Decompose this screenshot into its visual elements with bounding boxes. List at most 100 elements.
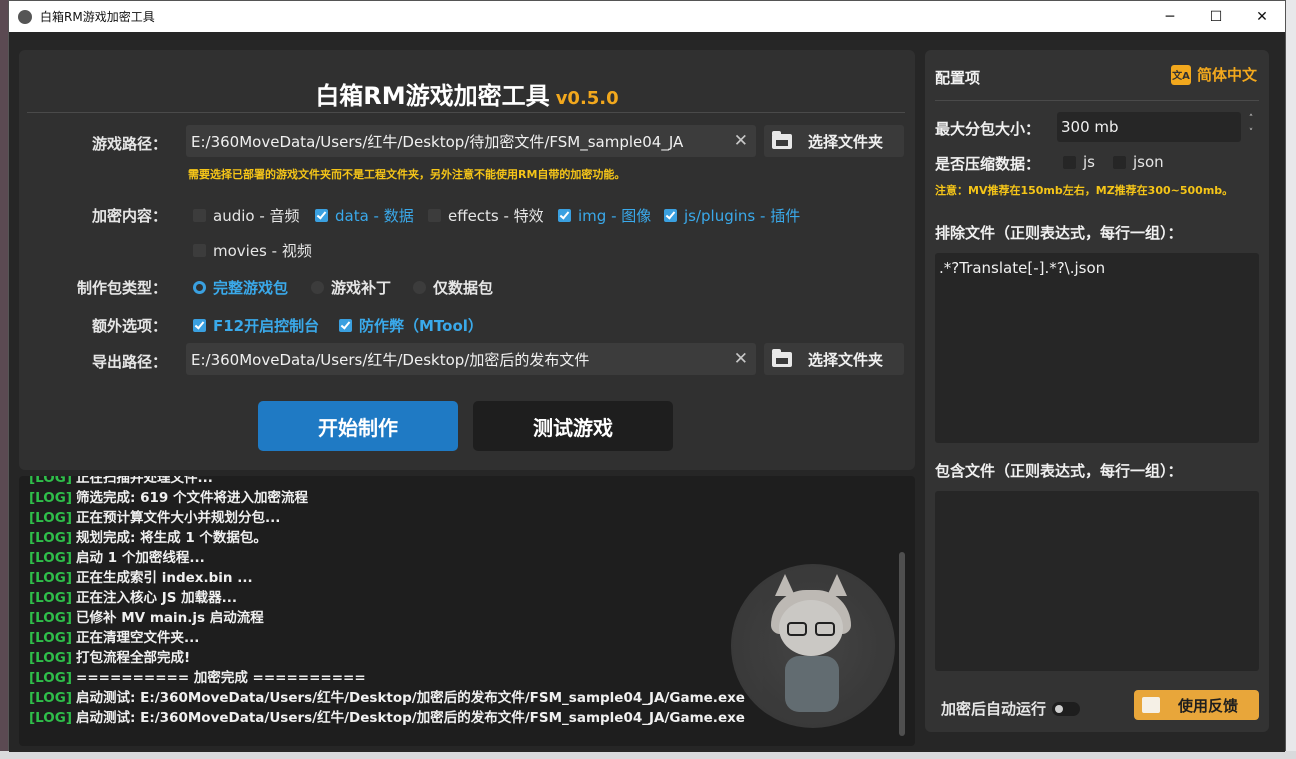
log-line: [LOG] 正在扫描并处理文件... bbox=[29, 476, 745, 488]
checkbox-label: js/plugins - 插件 bbox=[684, 207, 801, 225]
select-export-folder-button[interactable]: 选择文件夹 bbox=[764, 343, 904, 375]
desktop-background-left bbox=[0, 0, 8, 759]
version-label: v0.5.0 bbox=[555, 88, 619, 109]
game-path-input[interactable]: E:/360MoveData/Users/红牛/Desktop/待加密文件/FS… bbox=[186, 125, 756, 157]
auto-run-label: 加密后自动运行 bbox=[941, 700, 1047, 718]
exclude-textarea[interactable]: .*?Translate[-].*?\.json bbox=[935, 253, 1259, 443]
feedback-button[interactable]: 使用反馈 bbox=[1134, 690, 1259, 720]
log-line: [LOG] 已修补 MV main.js 启动流程 bbox=[29, 608, 745, 628]
checkbox-effects[interactable]: effects - 特效 bbox=[428, 205, 544, 226]
checkbox-audio[interactable]: audio - 音频 bbox=[193, 205, 300, 226]
checkbox-label: data - 数据 bbox=[335, 207, 414, 225]
include-label: 包含文件（正则表达式，每行一组）： bbox=[935, 462, 1183, 480]
log-tag: [LOG] bbox=[29, 590, 73, 606]
log-tag: [LOG] bbox=[29, 610, 73, 626]
checkbox-box bbox=[1113, 155, 1126, 169]
auto-run-option[interactable]: 加密后自动运行 bbox=[941, 698, 1081, 719]
checkbox-box bbox=[193, 244, 206, 257]
log-text: 启动 1 个加密线程... bbox=[76, 550, 205, 566]
log-text: 打包流程全部完成! bbox=[76, 650, 191, 666]
checkbox-label: js bbox=[1083, 153, 1095, 171]
radio-full-package[interactable]: 完整游戏包 bbox=[193, 277, 288, 298]
mascot-glasses bbox=[815, 622, 835, 636]
log-text: 正在清理空文件夹... bbox=[76, 630, 200, 646]
mascot-glasses bbox=[787, 622, 807, 636]
checkbox-label: 防作弊（MTool） bbox=[359, 317, 483, 335]
log-line: [LOG] 正在清理空文件夹... bbox=[29, 628, 745, 648]
window-controls: ─ ☐ ✕ bbox=[1147, 1, 1285, 32]
checkbox-box bbox=[193, 319, 206, 332]
log-text: 规划完成: 将生成 1 个数据包。 bbox=[76, 530, 267, 546]
max-size-input[interactable]: 300 mb bbox=[1057, 112, 1241, 142]
log-line: [LOG] 启动测试: E:/360MoveData/Users/红牛/Deskt… bbox=[29, 708, 745, 728]
checkbox-img[interactable]: img - 图像 bbox=[558, 205, 651, 226]
log-tag: [LOG] bbox=[29, 650, 73, 666]
page-title: 白箱RM游戏加密工具 v0.5.0 bbox=[19, 76, 915, 111]
checkbox-plugins[interactable]: js/plugins - 插件 bbox=[664, 205, 800, 226]
checkbox-box bbox=[193, 209, 206, 222]
log-line: [LOG] 规划完成: 将生成 1 个数据包。 bbox=[29, 528, 745, 548]
radio-label: 游戏补丁 bbox=[331, 279, 392, 297]
checkbox-f12-console[interactable]: F12开启控制台 bbox=[193, 315, 319, 336]
log-line: [LOG] 启动 1 个加密线程... bbox=[29, 548, 745, 568]
spin-up-icon[interactable]: ˄ bbox=[1245, 112, 1257, 126]
close-button[interactable]: ✕ bbox=[1239, 1, 1285, 32]
checkbox-box bbox=[428, 209, 441, 222]
radio-patch[interactable]: 游戏补丁 bbox=[311, 277, 391, 298]
checkbox-label: movies - 视频 bbox=[213, 242, 312, 260]
log-text: ========== 加密完成 ========== bbox=[76, 670, 366, 686]
log-scrollbar[interactable] bbox=[899, 552, 905, 736]
config-panel: 配置项 文A 简体中文 最大分包大小： 300 mb ˄ ˅ 是否压缩数据： j… bbox=[925, 50, 1269, 732]
log-tag: [LOG] bbox=[29, 710, 73, 726]
radio-dot bbox=[413, 281, 426, 294]
game-path-label: 游戏路径： bbox=[91, 135, 167, 153]
desktop-background-bottom bbox=[0, 751, 1296, 759]
select-game-folder-button[interactable]: 选择文件夹 bbox=[764, 125, 904, 157]
start-button[interactable]: 开始制作 bbox=[258, 401, 458, 451]
feedback-label: 使用反馈 bbox=[1178, 696, 1239, 715]
log-text: 正在扫描并处理文件... bbox=[76, 476, 213, 486]
test-game-button[interactable]: 测试游戏 bbox=[473, 401, 673, 451]
select-folder-label: 选择文件夹 bbox=[808, 350, 884, 369]
radio-label: 仅数据包 bbox=[433, 279, 494, 297]
checkbox-anti-cheat[interactable]: 防作弊（MTool） bbox=[339, 315, 483, 336]
export-path-label: 导出路径： bbox=[91, 353, 167, 371]
clear-game-path-icon[interactable]: ✕ bbox=[734, 131, 748, 151]
compress-label: 是否压缩数据： bbox=[935, 155, 1041, 173]
title-bar[interactable]: 白箱RM游戏加密工具 ─ ☐ ✕ bbox=[9, 1, 1285, 32]
log-text: 筛选完成: 619 个文件将进入加密流程 bbox=[76, 490, 309, 506]
log-line: [LOG] 筛选完成: 619 个文件将进入加密流程 bbox=[29, 488, 745, 508]
checkbox-box bbox=[558, 209, 571, 222]
checkbox-movies[interactable]: movies - 视频 bbox=[193, 240, 312, 261]
game-path-value: E:/360MoveData/Users/红牛/Desktop/待加密文件/FS… bbox=[191, 132, 684, 151]
title-divider bbox=[27, 112, 905, 113]
log-tag: [LOG] bbox=[29, 476, 73, 486]
game-path-hint: 需要选择已部署的游戏文件夹而不是工程文件夹，另外注意不能使用RM自带的加密功能。 bbox=[188, 168, 626, 181]
include-textarea[interactable] bbox=[935, 491, 1259, 671]
checkbox-data[interactable]: data - 数据 bbox=[315, 205, 414, 226]
checkbox-label: audio - 音频 bbox=[213, 207, 300, 225]
log-tag: [LOG] bbox=[29, 510, 73, 526]
compress-js-checkbox[interactable]: js bbox=[1063, 153, 1095, 171]
clear-export-path-icon[interactable]: ✕ bbox=[734, 349, 748, 369]
spin-down-icon[interactable]: ˅ bbox=[1245, 126, 1257, 140]
package-type-label: 制作包类型： bbox=[76, 279, 167, 297]
checkbox-box bbox=[339, 319, 352, 332]
size-note: 注意：MV推荐在150mb左右，MZ推荐在300~500mb。 bbox=[935, 184, 1234, 197]
log-tag: [LOG] bbox=[29, 690, 73, 706]
log-text: 正在预计算文件大小并规划分包... bbox=[76, 510, 281, 526]
maximize-button[interactable]: ☐ bbox=[1193, 1, 1239, 32]
window-title: 白箱RM游戏加密工具 bbox=[40, 10, 155, 24]
minimize-button[interactable]: ─ bbox=[1147, 1, 1193, 32]
log-panel[interactable]: [LOG] 正在扫描并处理文件... [LOG] 筛选完成: 619 个文件将进入加密… bbox=[19, 476, 915, 746]
checkbox-label: effects - 特效 bbox=[448, 207, 544, 225]
log-text: 正在注入核心 JS 加载器... bbox=[76, 590, 238, 606]
auto-run-toggle[interactable] bbox=[1052, 701, 1081, 716]
export-path-input[interactable]: E:/360MoveData/Users/红牛/Desktop/加密后的发布文件… bbox=[186, 343, 756, 375]
radio-data-only[interactable]: 仅数据包 bbox=[413, 277, 493, 298]
language-button[interactable]: 文A 简体中文 bbox=[1170, 64, 1257, 85]
max-size-stepper[interactable]: ˄ ˅ bbox=[1245, 112, 1257, 142]
log-tag: [LOG] bbox=[29, 630, 73, 646]
compress-json-checkbox[interactable]: json bbox=[1113, 153, 1164, 171]
config-title: 配置项 bbox=[935, 69, 981, 87]
